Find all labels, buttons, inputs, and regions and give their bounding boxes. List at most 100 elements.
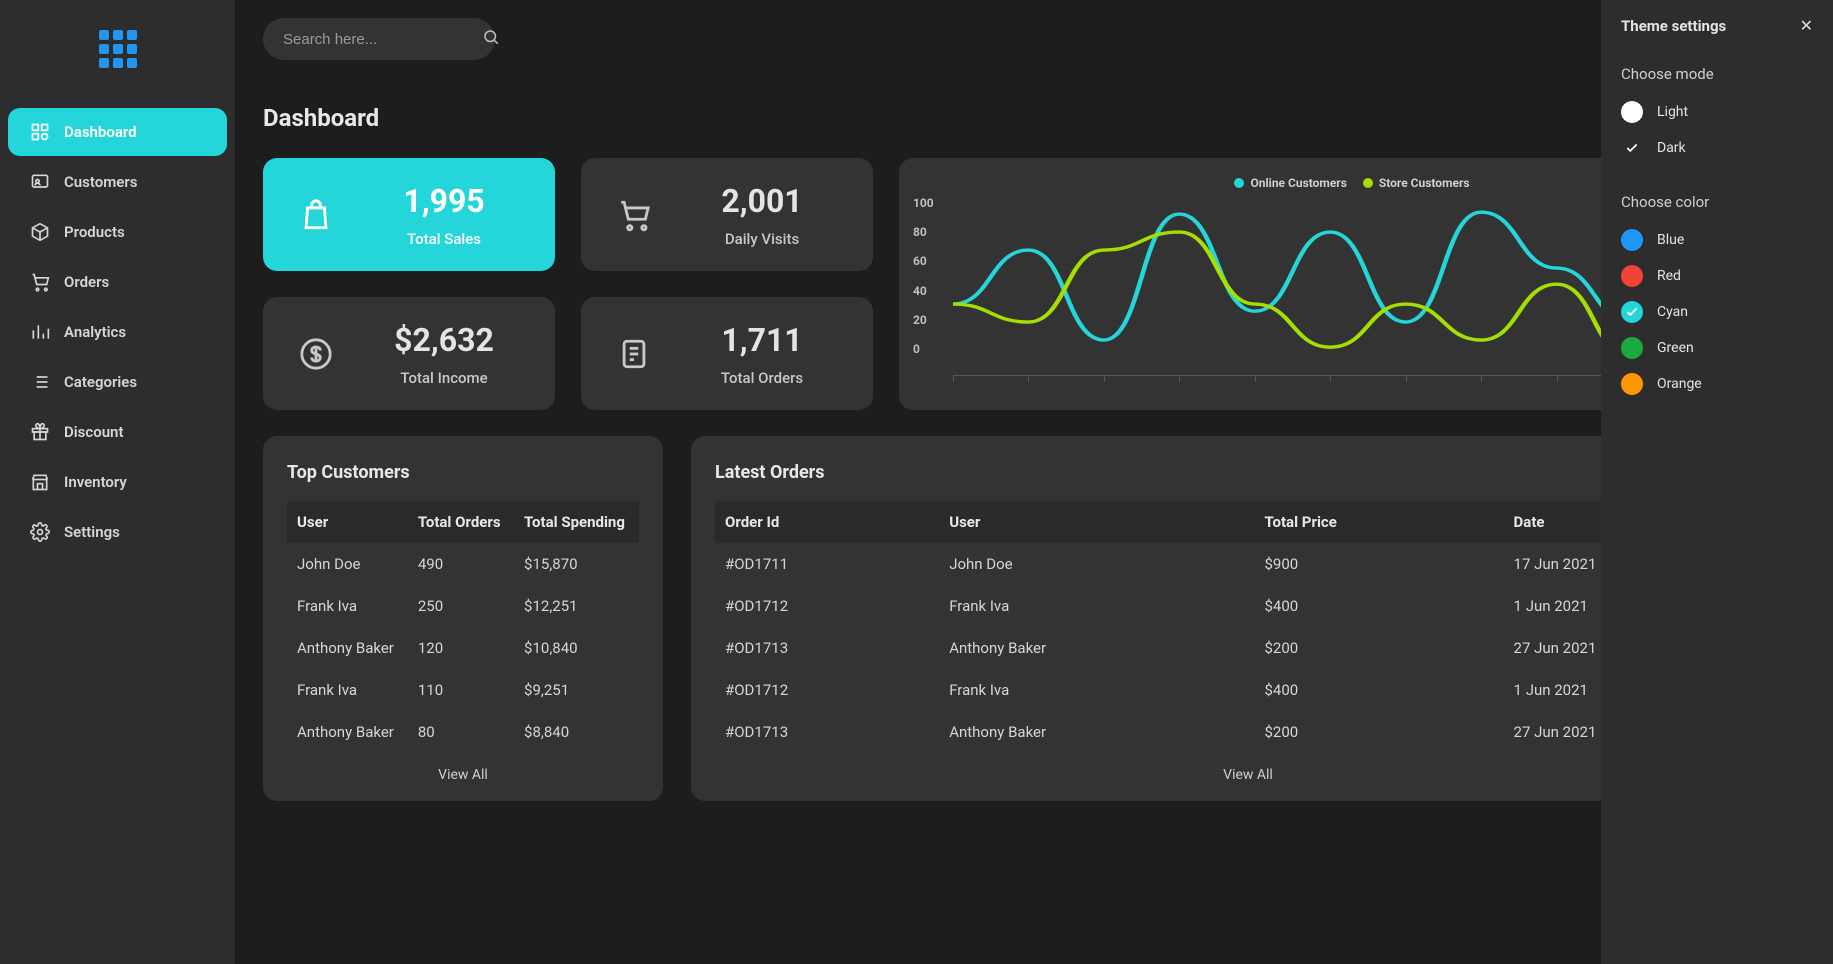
table-cell: #OD1713 (715, 711, 939, 753)
card-title: Top Customers (287, 462, 639, 483)
table-header: Total Orders (408, 501, 514, 543)
table-cell: Frank Iva (287, 669, 408, 711)
table-cell: Anthony Baker (287, 627, 408, 669)
top-customers-table: UserTotal OrdersTotal Spending John Doe4… (287, 501, 639, 753)
sidebar-item-label: Products (64, 223, 125, 241)
legend-item[interactable]: Online Customers (1234, 176, 1346, 190)
stat-total-orders[interactable]: 1,711 Total Orders (581, 297, 873, 410)
table-cell: #OD1711 (715, 543, 939, 585)
mode-section-label: Choose mode (1621, 65, 1813, 83)
color-label: Green (1657, 340, 1694, 356)
color-option-green[interactable]: Green (1621, 337, 1813, 359)
app-logo[interactable] (0, 30, 235, 68)
sidebar-item-label: Dashboard (64, 123, 137, 141)
table-header: Total Spending (514, 501, 639, 543)
table-cell: $10,840 (514, 627, 639, 669)
stat-label: Total Sales (351, 230, 537, 248)
table-cell: Frank Iva (939, 585, 1254, 627)
close-icon[interactable]: ✕ (1800, 16, 1813, 35)
table-header: Total Price (1254, 501, 1503, 543)
sidebar-item-label: Orders (64, 273, 109, 291)
table-cell: $400 (1254, 585, 1503, 627)
table-cell: Anthony Baker (939, 627, 1254, 669)
table-cell: #OD1712 (715, 585, 939, 627)
stat-label: Total Orders (669, 369, 855, 387)
color-option-blue[interactable]: Blue (1621, 229, 1813, 251)
sidebar-item-customers[interactable]: Customers (8, 158, 227, 206)
legend-item[interactable]: Store Customers (1363, 176, 1470, 190)
sidebar-item-label: Inventory (64, 473, 127, 491)
stat-daily-visits[interactable]: 2,001 Daily Visits (581, 158, 873, 271)
sidebar-item-settings[interactable]: Settings (8, 508, 227, 556)
color-label: Orange (1657, 376, 1702, 392)
table-cell: 120 (408, 627, 514, 669)
table-cell: $200 (1254, 627, 1503, 669)
table-cell: 490 (408, 543, 514, 585)
table-row[interactable]: Anthony Baker120$10,840 (287, 627, 639, 669)
sidebar-item-orders[interactable]: Orders (8, 258, 227, 306)
mode-option-dark[interactable]: Dark (1621, 137, 1813, 159)
stat-total-income[interactable]: $2,632 Total Income (263, 297, 555, 410)
table-cell: John Doe (939, 543, 1254, 585)
receipt-icon (599, 337, 669, 371)
cart-icon (30, 272, 50, 292)
cart-icon (599, 198, 669, 232)
stat-value: 1,711 (669, 321, 855, 359)
mode-option-light[interactable]: Light (1621, 101, 1813, 123)
sidebar-item-products[interactable]: Products (8, 208, 227, 256)
mode-label: Dark (1657, 140, 1686, 156)
table-cell: $200 (1254, 711, 1503, 753)
table-row[interactable]: Frank Iva250$12,251 (287, 585, 639, 627)
table-cell: Anthony Baker (287, 711, 408, 753)
stat-value: $2,632 (351, 321, 537, 359)
color-option-red[interactable]: Red (1621, 265, 1813, 287)
table-cell: 80 (408, 711, 514, 753)
table-row[interactable]: Frank Iva110$9,251 (287, 669, 639, 711)
table-cell: #OD1713 (715, 627, 939, 669)
table-cell: Anthony Baker (939, 711, 1254, 753)
search-input[interactable] (283, 31, 482, 48)
table-cell: Frank Iva (939, 669, 1254, 711)
table-header: Order Id (715, 501, 939, 543)
table-cell: $8,840 (514, 711, 639, 753)
sidebar-item-discount[interactable]: Discount (8, 408, 227, 456)
color-label: Red (1657, 268, 1681, 284)
sidebar-item-label: Categories (64, 373, 137, 391)
color-label: Cyan (1657, 304, 1688, 320)
gift-icon (30, 422, 50, 442)
sidebar-item-inventory[interactable]: Inventory (8, 458, 227, 506)
sidebar-item-label: Customers (64, 173, 137, 191)
color-option-orange[interactable]: Orange (1621, 373, 1813, 395)
package-icon (30, 222, 50, 242)
color-section-label: Choose color (1621, 193, 1813, 211)
table-cell: $12,251 (514, 585, 639, 627)
panel-title: Theme settings (1621, 17, 1726, 35)
table-cell: $900 (1254, 543, 1503, 585)
stat-label: Daily Visits (669, 230, 855, 248)
view-all-button[interactable]: View All (287, 753, 639, 783)
sidebar: Dashboard Customers Products Orders Anal… (0, 0, 235, 964)
main: Dashboard 1,995 Total Sales $2,632 Total… (235, 0, 1833, 964)
y-tick-label: 0 (913, 342, 934, 356)
table-row[interactable]: John Doe490$15,870 (287, 543, 639, 585)
stat-total-sales[interactable]: 1,995 Total Sales (263, 158, 555, 271)
table-cell: John Doe (287, 543, 408, 585)
table-row[interactable]: Anthony Baker80$8,840 (287, 711, 639, 753)
search-box[interactable] (263, 18, 495, 60)
y-tick-label: 100 (913, 196, 934, 210)
dollar-icon (281, 337, 351, 371)
table-header: User (939, 501, 1254, 543)
color-option-cyan[interactable]: Cyan (1621, 301, 1813, 323)
color-swatch-icon (1621, 373, 1643, 395)
store-icon (30, 472, 50, 492)
legend-dot-icon (1363, 178, 1373, 188)
table-cell: $15,870 (514, 543, 639, 585)
table-cell: $9,251 (514, 669, 639, 711)
stats-row: 1,995 Total Sales $2,632 Total Income (263, 158, 1805, 410)
sidebar-item-categories[interactable]: Categories (8, 358, 227, 406)
sidebar-item-analytics[interactable]: Analytics (8, 308, 227, 356)
table-cell: 250 (408, 585, 514, 627)
sidebar-item-dashboard[interactable]: Dashboard (8, 108, 227, 156)
users-icon (30, 172, 50, 192)
sidebar-item-label: Settings (64, 523, 120, 541)
